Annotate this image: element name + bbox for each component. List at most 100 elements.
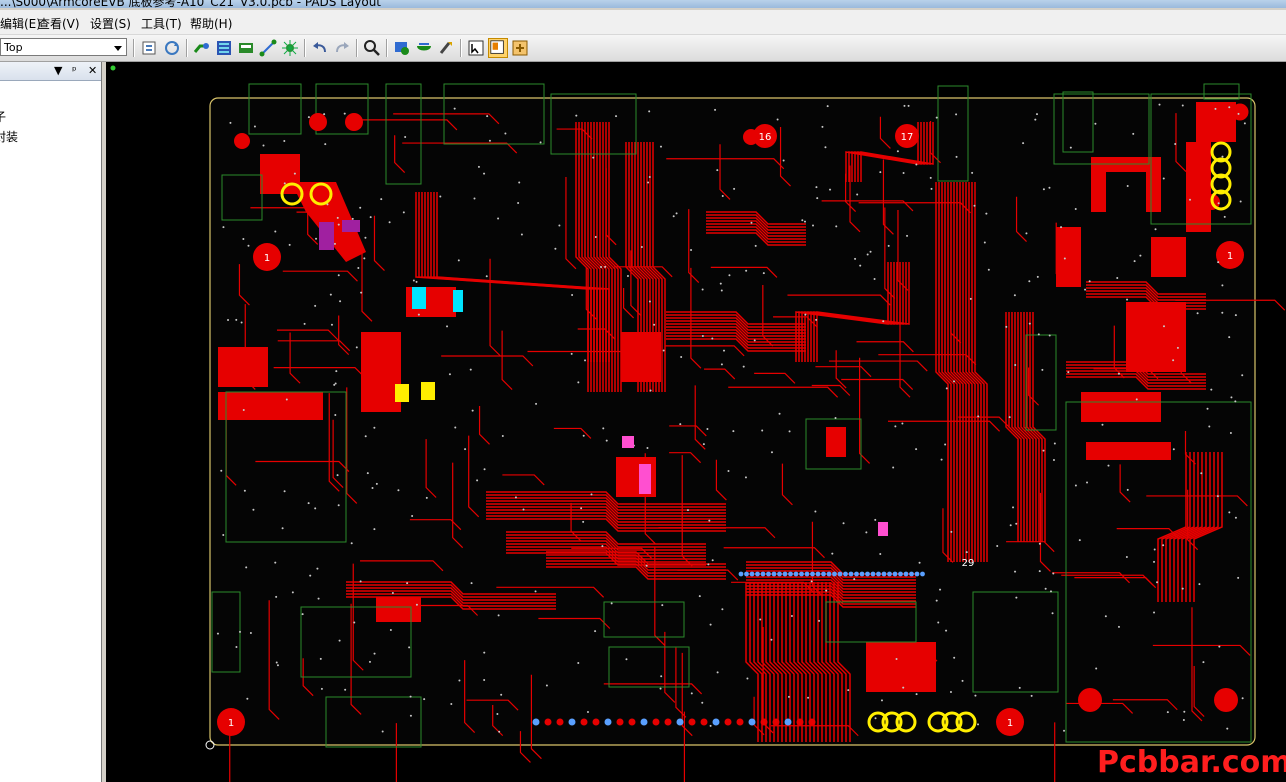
via xyxy=(721,608,724,611)
design-rules-icon[interactable] xyxy=(236,38,256,58)
via xyxy=(242,237,245,240)
layer-select-value: Top xyxy=(4,41,23,54)
properties-icon[interactable] xyxy=(140,38,160,58)
via xyxy=(1022,142,1025,145)
via xyxy=(458,679,461,682)
via xyxy=(882,320,885,323)
via xyxy=(702,443,705,446)
via xyxy=(854,257,857,260)
via xyxy=(343,112,346,115)
connector-pad xyxy=(592,718,600,726)
via xyxy=(834,417,837,420)
via xyxy=(283,139,286,142)
via xyxy=(364,236,367,239)
connector-pad xyxy=(532,718,540,726)
via xyxy=(334,382,337,385)
via xyxy=(1234,314,1237,317)
via xyxy=(245,566,248,569)
route-icon[interactable] xyxy=(192,38,212,58)
redo-icon[interactable] xyxy=(332,38,352,58)
via xyxy=(902,172,905,175)
via xyxy=(497,614,500,617)
zoom-icon[interactable] xyxy=(362,38,382,58)
connector-pad xyxy=(544,718,552,726)
layer-icon[interactable] xyxy=(392,38,412,58)
pcb-canvas[interactable]: 1 1 1 1 16 17 29 xyxy=(106,62,1286,782)
via xyxy=(777,571,782,577)
via xyxy=(944,443,947,446)
menu-edit[interactable]: 编辑(E) xyxy=(0,15,41,32)
connect-icon[interactable] xyxy=(258,38,278,58)
via xyxy=(439,195,442,198)
via xyxy=(1015,522,1018,525)
via xyxy=(364,435,367,438)
via xyxy=(247,244,250,247)
cluster-icon[interactable] xyxy=(280,38,300,58)
via xyxy=(915,693,918,696)
via xyxy=(761,429,764,432)
via xyxy=(1101,423,1104,426)
board-view-icon[interactable] xyxy=(488,38,508,58)
via xyxy=(874,518,877,521)
via xyxy=(577,381,580,384)
origin-marker xyxy=(110,65,116,71)
via xyxy=(837,571,843,577)
via xyxy=(949,691,952,694)
via xyxy=(291,591,294,594)
via xyxy=(816,197,819,200)
menu-bar: 编辑(E) 查看(V) 设置(S) 工具(T) 帮助(H) xyxy=(0,10,1286,35)
paint-icon[interactable] xyxy=(436,38,456,58)
via xyxy=(892,466,895,469)
via xyxy=(1239,200,1242,203)
select-mode-icon[interactable] xyxy=(466,38,486,58)
menu-view[interactable]: 查看(V) xyxy=(38,15,80,32)
via xyxy=(829,188,832,191)
menu-setup[interactable]: 设置(S) xyxy=(90,15,131,32)
tree-item[interactable]: 子 xyxy=(0,108,6,125)
via xyxy=(336,474,339,477)
via xyxy=(1117,625,1120,628)
via xyxy=(446,325,449,328)
via xyxy=(770,638,773,641)
via xyxy=(602,427,605,430)
connector-pad xyxy=(628,718,636,726)
menu-tools[interactable]: 工具(T) xyxy=(141,15,182,32)
via xyxy=(895,657,898,660)
via xyxy=(728,274,731,277)
via xyxy=(1226,727,1229,730)
via xyxy=(337,274,340,277)
undo-icon[interactable] xyxy=(310,38,330,58)
via xyxy=(810,580,813,583)
connector-pad xyxy=(616,718,624,726)
via xyxy=(571,293,574,296)
via xyxy=(750,221,753,224)
via xyxy=(1139,254,1142,257)
via xyxy=(1038,542,1041,545)
options-icon[interactable] xyxy=(510,38,530,58)
tree-item[interactable]: 封装 xyxy=(0,128,18,145)
via xyxy=(865,571,870,577)
via xyxy=(723,349,726,352)
menu-help[interactable]: 帮助(H) xyxy=(190,15,232,32)
via xyxy=(719,282,722,285)
autoroute-icon[interactable] xyxy=(214,38,234,58)
via xyxy=(1036,275,1039,278)
part-label: 29 xyxy=(962,558,975,569)
via xyxy=(945,629,948,632)
via xyxy=(1176,346,1179,349)
via xyxy=(701,335,704,338)
via xyxy=(488,139,491,142)
layer-select[interactable]: Top xyxy=(0,38,127,56)
verify-icon[interactable] xyxy=(414,38,434,58)
refresh-icon[interactable] xyxy=(162,38,182,58)
via xyxy=(584,359,587,362)
via xyxy=(826,105,829,108)
via xyxy=(1028,322,1031,325)
via xyxy=(500,693,503,696)
pin-icon[interactable]: ᵖ xyxy=(72,64,77,77)
close-icon[interactable]: ✕ xyxy=(88,64,97,77)
via xyxy=(848,571,854,577)
panel-dropdown-icon[interactable]: ▼ xyxy=(54,64,62,77)
via xyxy=(1067,371,1070,374)
via xyxy=(288,243,291,246)
